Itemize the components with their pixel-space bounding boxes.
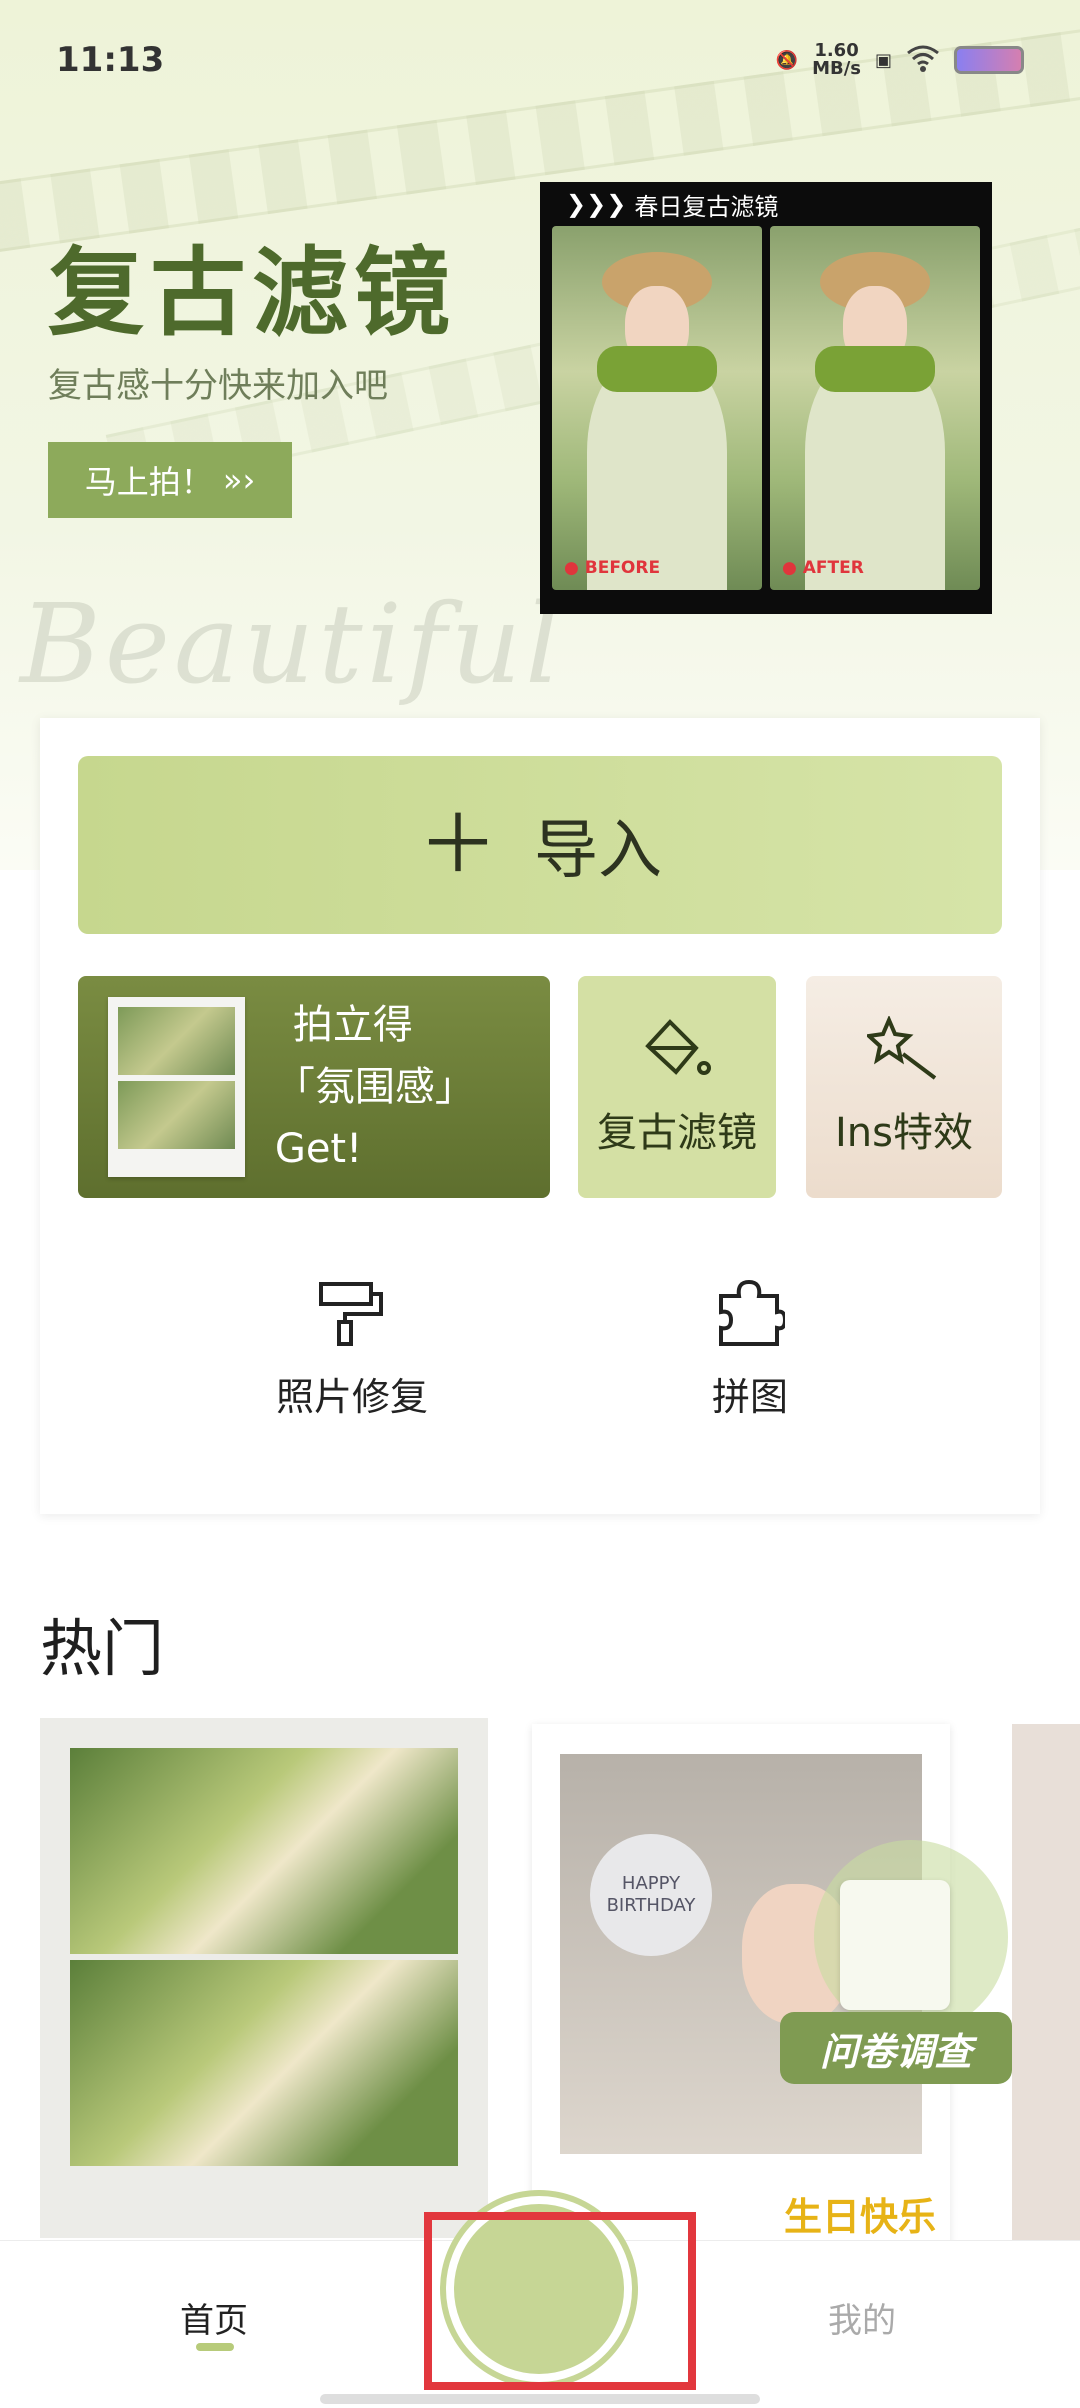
before-label: ● BEFORE (564, 558, 661, 578)
paint-roller-icon (319, 1282, 383, 1346)
survey-float-button[interactable]: 问卷调查 (780, 1840, 1012, 2090)
before-photo: ● BEFORE (552, 226, 762, 590)
shoot-now-button[interactable]: 马上拍！ »› (48, 442, 292, 518)
photo-repair-label: 照片修复 (276, 1375, 429, 1419)
polaroid-button[interactable]: 拍立得 「氛围感」Get! (78, 976, 550, 1198)
home-screen: Beautiful 11:13 🔕 1.60 MB/s ▣ 复古滤镜 复古感十分快… (0, 0, 1080, 2408)
birthday-balloon: HAPPY BIRTHDAY (590, 1834, 712, 1956)
plus-icon: ＋ (418, 798, 498, 891)
hot-template-card[interactable] (1012, 1724, 1080, 2244)
status-bar: 11:13 🔕 1.60 MB/s ▣ (0, 0, 1080, 120)
preview-header: ❯❯❯ 春日复古滤镜 (566, 190, 779, 221)
after-photo: ● AFTER (770, 226, 980, 590)
after-label: ● AFTER (782, 558, 864, 578)
template-photo (70, 1748, 458, 1954)
ins-effect-label: Ins特效 (835, 1110, 973, 1156)
puzzle-piece-icon (719, 1279, 785, 1346)
photo-repair-button[interactable]: 照片修复 (276, 1278, 428, 1421)
hot-template-card[interactable] (40, 1718, 488, 2238)
sim-icon: ▣ (874, 49, 892, 71)
hero-subtitle: 复古感十分快来加入吧 (48, 366, 388, 406)
home-indicator (320, 2394, 760, 2404)
filter-preview-banner[interactable]: ❯❯❯ 春日复古滤镜 ● BEFORE ● AFTER (540, 182, 992, 614)
watermark-text: Beautiful (20, 580, 565, 708)
wifi-icon (906, 44, 940, 77)
nav-home[interactable]: 首页 (180, 2293, 248, 2342)
collage-button[interactable]: 拼图 (712, 1278, 788, 1421)
vintage-filter-label: 复古滤镜 (597, 1110, 757, 1156)
hot-section-title: 热门 (40, 1612, 165, 1685)
network-speed: 1.60 MB/s (812, 40, 861, 79)
vintage-filter-button[interactable]: 复古滤镜 (578, 976, 776, 1198)
paint-bucket-icon (645, 1019, 711, 1075)
survey-label: 问卷调查 (780, 2012, 1012, 2084)
chevrons-icon: ❯❯❯ (566, 190, 627, 218)
magic-wand-icon (867, 1016, 937, 1080)
clipboard-icon (840, 1880, 950, 2010)
bell-muted-icon: 🔕 (775, 49, 799, 71)
import-button[interactable]: ＋ 导入 (78, 756, 1002, 934)
chevrons-icon: »› (222, 461, 256, 499)
birthday-sign: 生日快乐 (784, 2195, 937, 2239)
polaroid-thumbnail (108, 997, 245, 1177)
battery-icon (954, 46, 1024, 74)
active-tab-indicator (196, 2343, 234, 2351)
actions-card: ＋ 导入 拍立得 「氛围感」Get! 复古滤镜 Ins特效 照片修复 拼图 (40, 718, 1040, 1514)
status-icons: 🔕 1.60 MB/s ▣ (776, 42, 1024, 78)
before-after-photos: ● BEFORE ● AFTER (552, 226, 980, 590)
camera-button[interactable] (446, 2196, 632, 2382)
collage-label: 拼图 (712, 1375, 789, 1419)
hero-title: 复古滤镜 (48, 236, 456, 349)
polaroid-label: 拍立得 「氛围感」Get! (274, 1002, 475, 1172)
clock: 11:13 (56, 40, 165, 80)
ins-effect-button[interactable]: Ins特效 (806, 976, 1002, 1198)
template-photo (70, 1960, 458, 2166)
import-label: 导入 (534, 814, 662, 888)
nav-mine[interactable]: 我的 (828, 2293, 896, 2342)
